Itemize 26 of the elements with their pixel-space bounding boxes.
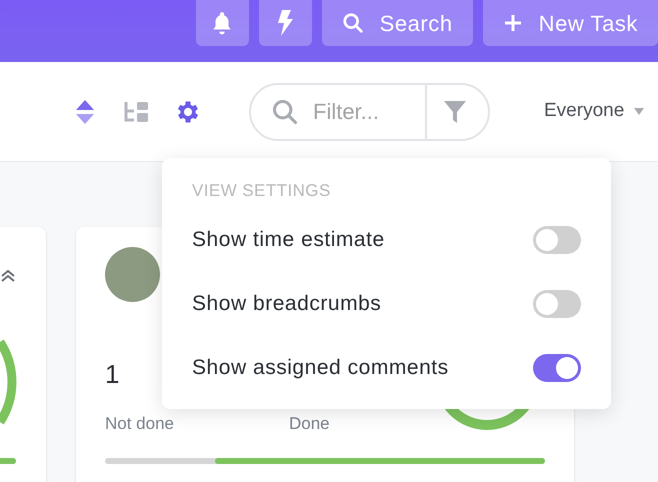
automation-button[interactable] [258, 0, 312, 46]
toggle-switch[interactable] [533, 290, 581, 318]
filter-field[interactable]: Filter... [249, 82, 490, 140]
assignee-dropdown[interactable]: Everyone [544, 97, 624, 126]
task-count: 1 [105, 358, 120, 391]
search-icon [342, 12, 364, 34]
search-icon [271, 98, 299, 126]
sort-icon[interactable] [74, 98, 96, 126]
layout-icon[interactable] [124, 100, 150, 124]
notifications-button[interactable] [196, 0, 249, 46]
caret-icon[interactable] [634, 108, 644, 116]
double-chevron-icon [1, 269, 15, 283]
funnel-icon[interactable] [443, 98, 467, 124]
status-label: Not done [105, 413, 174, 435]
status-label: Done [289, 413, 330, 435]
option-label: Show time estimate [192, 227, 385, 254]
toggle-switch[interactable] [533, 226, 581, 254]
plus-icon [502, 13, 523, 33]
option-label: Show assigned comments [192, 355, 449, 382]
toggle-switch[interactable] [533, 354, 581, 382]
menu-heading: VIEW SETTINGS [192, 180, 332, 202]
search-button[interactable]: Search [322, 0, 473, 46]
lightning-icon [275, 9, 296, 37]
new-task-button[interactable]: New Task [482, 0, 658, 46]
option-label: Show breadcrumbs [192, 291, 382, 318]
filter-input[interactable]: Filter... [313, 95, 425, 128]
